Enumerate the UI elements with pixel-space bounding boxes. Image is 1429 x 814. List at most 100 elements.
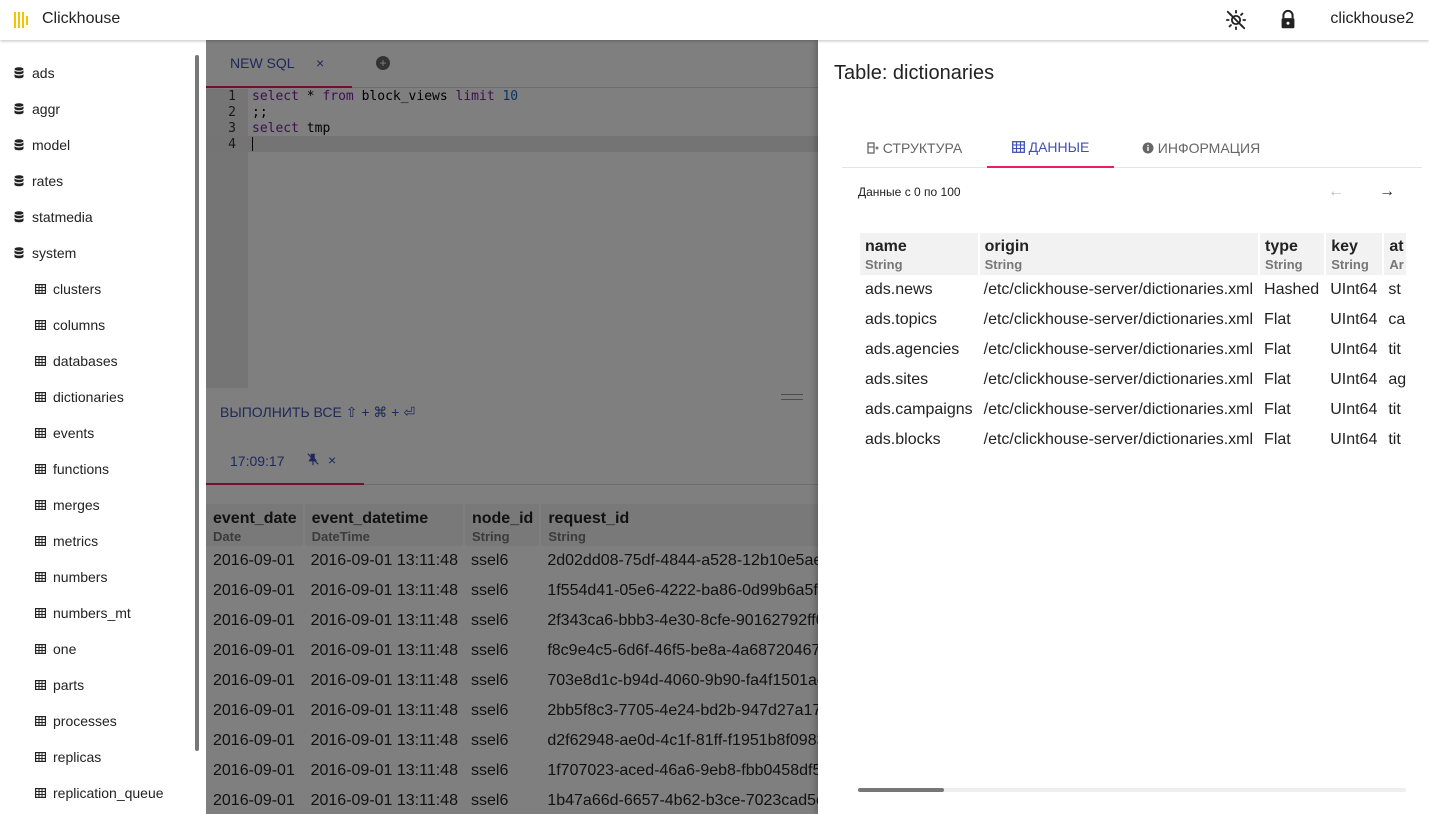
database-icon [12, 66, 26, 80]
drawer-tabs: СТРУКТУРА ДАННЫЕ ИНФОРМАЦИЯ [842, 128, 1422, 168]
modal-backdrop[interactable] [206, 40, 818, 814]
table-cell: ads.campaigns [865, 401, 973, 418]
table-cell: UInt64 [1330, 371, 1378, 388]
table-row[interactable]: ads.campaigns/etc/clickhouse-server/dict… [860, 395, 1406, 425]
sidebar-item-label: replication_queue [53, 785, 164, 801]
column-header[interactable]: at Ar [1383, 233, 1406, 275]
column-header[interactable]: type String [1259, 233, 1327, 275]
sidebar-item-label: processes [53, 713, 117, 729]
tab-info-label: ИНФОРМАЦИЯ [1157, 140, 1261, 156]
sidebar-item-label: system [32, 245, 77, 261]
column-header[interactable]: key String [1325, 233, 1385, 275]
sidebar-table-merges[interactable]: merges [0, 487, 100, 523]
table-icon [33, 534, 47, 548]
dictionary-data-grid: name String origin String type String key Strin… [860, 233, 1406, 463]
sidebar-db-system[interactable]: system [0, 235, 76, 271]
table-cell: tit [1388, 341, 1401, 358]
database-icon [12, 210, 26, 224]
sidebar-item-label: databases [53, 353, 118, 369]
tab-data[interactable]: ДАННЫЕ [987, 128, 1114, 168]
table-cell: /etc/clickhouse-server/dictionaries.xml [983, 431, 1254, 448]
table-cell: ads.agencies [865, 341, 960, 358]
table-icon [33, 426, 47, 440]
sidebar-db-statmedia[interactable]: statmedia [0, 199, 93, 235]
column-name: key [1331, 238, 1358, 255]
tab-structure[interactable]: СТРУКТУРА [842, 128, 987, 168]
sidebar-item-label: one [53, 641, 77, 657]
database-icon [12, 102, 26, 116]
tab-structure-label: СТРУКТУРА [882, 140, 963, 156]
table-cell: Flat [1264, 431, 1291, 448]
table-icon [33, 678, 47, 692]
tab-data-label: ДАННЫЕ [1028, 139, 1090, 155]
sidebar-table-columns[interactable]: columns [0, 307, 105, 343]
sidebar-item-label: clusters [53, 281, 102, 297]
horizontal-scrollbar[interactable] [858, 788, 1406, 792]
sidebar-table-numbers[interactable]: numbers [0, 559, 107, 595]
next-page-button[interactable]: → [1376, 181, 1398, 203]
table-cell: UInt64 [1330, 431, 1378, 448]
table-icon [33, 642, 47, 656]
column-type: String [865, 257, 903, 272]
table-cell: UInt64 [1330, 341, 1378, 358]
table-cell: Flat [1264, 311, 1291, 328]
prev-page-button[interactable]: ← [1325, 181, 1347, 203]
sidebar-table-one[interactable]: one [0, 631, 76, 667]
sidebar-table-events[interactable]: events [0, 415, 94, 451]
sidebar-db-aggr[interactable]: aggr [0, 91, 60, 127]
table-row[interactable]: ads.sites/etc/clickhouse-server/dictiona… [860, 365, 1406, 395]
sidebar-item-label: columns [53, 317, 106, 333]
sidebar-db-ads[interactable]: ads [0, 55, 55, 91]
sidebar-item-label: statmedia [32, 209, 93, 225]
sidebar-table-databases[interactable]: databases [0, 343, 118, 379]
sidebar-table-metrics[interactable]: metrics [0, 523, 98, 559]
table-row[interactable]: ads.agencies/etc/clickhouse-server/dicti… [860, 335, 1406, 365]
table-icon [33, 462, 47, 476]
sidebar-table-replication_queue[interactable]: replication_queue [0, 775, 164, 811]
user-name[interactable]: clickhouse2 [1330, 10, 1414, 28]
sidebar-table-dictionaries[interactable]: dictionaries [0, 379, 124, 415]
table-drawer: Table: dictionaries СТРУКТУРА ДАННЫЕ ИНФ… [818, 40, 1429, 814]
table-icon [33, 570, 47, 584]
sidebar-scrollbar[interactable] [195, 55, 199, 751]
sidebar-table-clusters[interactable]: clusters [0, 271, 101, 307]
info-icon [1142, 142, 1154, 154]
table-cell: /etc/clickhouse-server/dictionaries.xml [983, 371, 1254, 388]
table-row[interactable]: ads.news/etc/clickhouse-server/dictionar… [860, 275, 1406, 305]
data-range-text: Данные с 0 по 100 [858, 185, 961, 199]
sidebar-table-replicas[interactable]: replicas [0, 739, 101, 775]
sidebar-table-processes[interactable]: processes [0, 703, 117, 739]
sidebar-item-label: merges [53, 497, 100, 513]
sidebar-item-label: numbers [53, 569, 108, 585]
sidebar-item-label: events [53, 425, 95, 441]
table-row[interactable]: ads.topics/etc/clickhouse-server/diction… [860, 305, 1406, 335]
table-icon [33, 786, 47, 800]
app-bar: Clickhouse clickhouse2 [0, 0, 1429, 40]
table-icon [33, 606, 47, 620]
column-name: type [1265, 238, 1298, 255]
sidebar: ads aggr model rates statmedia system clusters… [0, 40, 206, 814]
sidebar-table-numbers_mt[interactable]: numbers_mt [0, 595, 131, 631]
table-icon [33, 498, 47, 512]
column-header[interactable]: name String [860, 233, 980, 275]
sidebar-db-rates[interactable]: rates [0, 163, 63, 199]
brightness-off-icon[interactable] [1225, 9, 1247, 31]
column-header[interactable]: origin String [978, 233, 1261, 275]
sidebar-db-model[interactable]: model [0, 127, 70, 163]
table-cell: /etc/clickhouse-server/dictionaries.xml [983, 341, 1254, 358]
scrollbar-thumb[interactable] [858, 788, 944, 792]
table-icon [33, 714, 47, 728]
structure-icon [867, 142, 879, 154]
table-cell: Flat [1264, 341, 1291, 358]
tab-info[interactable]: ИНФОРМАЦИЯ [1126, 128, 1276, 168]
sidebar-item-label: rates [32, 173, 64, 189]
lock-icon[interactable] [1277, 9, 1299, 31]
table-cell: ca [1388, 311, 1406, 328]
sidebar-table-parts[interactable]: parts [0, 667, 84, 703]
sidebar-item-label: replicas [53, 749, 102, 765]
column-type: String [1331, 257, 1369, 272]
table-row[interactable]: ads.blocks/etc/clickhouse-server/diction… [860, 425, 1406, 455]
table-cell: /etc/clickhouse-server/dictionaries.xml [983, 281, 1254, 298]
sidebar-table-functions[interactable]: functions [0, 451, 109, 487]
sidebar-item-label: aggr [32, 101, 61, 117]
